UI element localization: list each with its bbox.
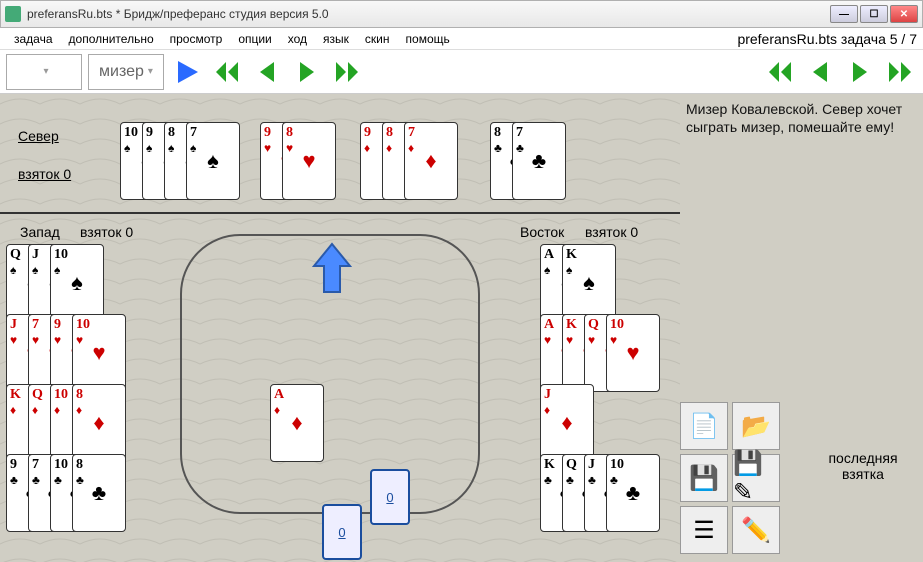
step-back-button[interactable] xyxy=(250,55,284,89)
menu-lang[interactable]: язык xyxy=(315,30,357,48)
north-label: Север xyxy=(18,128,59,144)
menu-extra[interactable]: дополнительно xyxy=(61,30,162,48)
titlebar: preferansRu.bts * Бридж/преферанс студия… xyxy=(0,0,923,28)
menu-task[interactable]: задача xyxy=(6,30,61,48)
deck-slot-a[interactable]: 0 xyxy=(370,469,410,525)
card-suit-small: ♦ xyxy=(274,403,280,418)
window-title: preferansRu.bts * Бридж/преферанс студия… xyxy=(27,7,830,21)
close-button[interactable]: ✕ xyxy=(890,5,918,23)
next-button[interactable] xyxy=(843,55,877,89)
deck-slot-b[interactable]: 0 xyxy=(322,504,362,560)
forward-fast-button[interactable] xyxy=(330,55,364,89)
card-8♦[interactable]: 8♦♦ xyxy=(72,384,126,462)
east-label: Восток xyxy=(520,224,564,240)
deck-b-count: 0 xyxy=(338,525,345,540)
save-edit-button[interactable]: 💾✎ xyxy=(732,454,780,502)
menu-move[interactable]: ход xyxy=(280,30,315,48)
turn-arrow-icon xyxy=(310,242,354,296)
card-7♦[interactable]: 7♦♦ xyxy=(404,122,458,200)
card-10♠[interactable]: 10♠♠ xyxy=(50,244,104,322)
deck-a-count: 0 xyxy=(386,490,393,505)
card-8♣[interactable]: 8♣♣ xyxy=(72,454,126,532)
east-tricks: взяток 0 xyxy=(585,224,638,240)
file-buttons: 📄 📂 💾 💾✎ ☰ ✏️ xyxy=(680,402,780,554)
divider-north xyxy=(0,212,680,214)
card-rank: A xyxy=(274,387,284,403)
task-indicator: preferansRu.bts задача 5 / 7 xyxy=(737,31,917,47)
card-7♠[interactable]: 7♠♠ xyxy=(186,122,240,200)
rewind-fast-button[interactable] xyxy=(210,55,244,89)
card-10♥[interactable]: 10♥♥ xyxy=(72,314,126,392)
app-icon xyxy=(5,6,21,22)
card-J♦[interactable]: J♦♦ xyxy=(540,384,594,462)
card-10♥[interactable]: 10♥♥ xyxy=(606,314,660,392)
minimize-button[interactable]: — xyxy=(830,5,858,23)
task-comment: Мизер Ковалевской. Север хочет сыграть м… xyxy=(686,100,917,136)
toolbar: мизер xyxy=(0,50,923,94)
play-area: Север взяток 0 Запад взяток 0 Восток взя… xyxy=(0,94,680,562)
card-suit-big: ♦ xyxy=(291,410,302,436)
menu-help[interactable]: помощь xyxy=(398,30,458,48)
list-button[interactable]: ☰ xyxy=(680,506,728,554)
step-forward-button[interactable] xyxy=(290,55,324,89)
center-card[interactable]: A ♦ ♦ xyxy=(270,384,324,462)
prev-fast-button[interactable] xyxy=(763,55,797,89)
dropdown-game-type[interactable]: мизер xyxy=(88,54,164,90)
dropdown-game-type-label: мизер xyxy=(99,63,144,81)
card-8♥[interactable]: 8♥♥ xyxy=(282,122,336,200)
north-tricks: взяток 0 xyxy=(18,166,71,182)
maximize-button[interactable]: ☐ xyxy=(860,5,888,23)
prev-button[interactable] xyxy=(803,55,837,89)
play-button[interactable] xyxy=(170,55,204,89)
card-K♠[interactable]: K♠♠ xyxy=(562,244,616,322)
save-button[interactable]: 💾 xyxy=(680,454,728,502)
menu-view[interactable]: просмотр xyxy=(162,30,231,48)
new-file-button[interactable]: 📄 xyxy=(680,402,728,450)
side-panel: Мизер Ковалевской. Север хочет сыграть м… xyxy=(680,94,923,562)
next-fast-button[interactable] xyxy=(883,55,917,89)
west-tricks: взяток 0 xyxy=(80,224,133,240)
card-7♣[interactable]: 7♣♣ xyxy=(512,122,566,200)
open-file-button[interactable]: 📂 xyxy=(732,402,780,450)
west-label: Запад xyxy=(20,224,60,240)
last-trick-label: последняя взятка xyxy=(813,450,913,482)
menu-skin[interactable]: скин xyxy=(357,30,398,48)
menubar: задача дополнительно просмотр опции ход … xyxy=(0,28,923,50)
edit-button[interactable]: ✏️ xyxy=(732,506,780,554)
card-10♣[interactable]: 10♣♣ xyxy=(606,454,660,532)
menu-options[interactable]: опции xyxy=(230,30,279,48)
dropdown-1[interactable] xyxy=(6,54,82,90)
